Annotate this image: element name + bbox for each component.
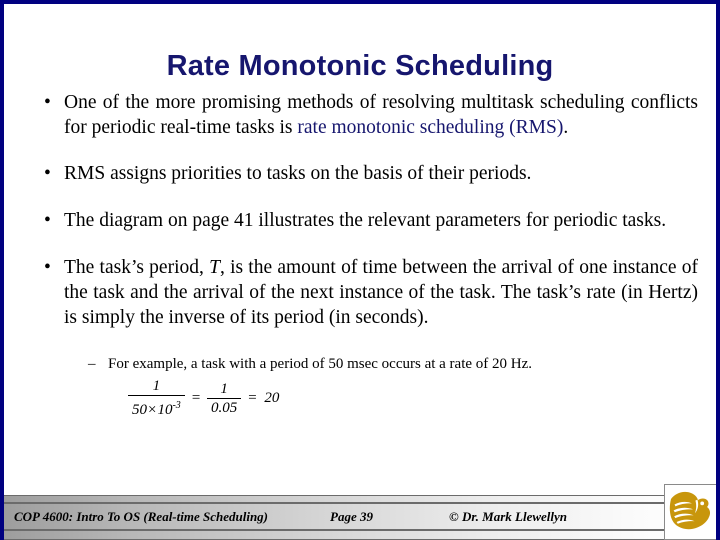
fraction-denominator: 50×10-3 [128, 395, 185, 419]
bullet-text: The task’s period, T, is the amount of t… [64, 255, 698, 330]
slide-body: • One of the more promising methods of r… [4, 82, 716, 492]
bullet-marker-icon: • [44, 92, 51, 113]
multiply-icon: × [148, 402, 157, 418]
fraction-numerator: 1 [220, 380, 228, 397]
bullet-item: • One of the more promising methods of r… [4, 90, 716, 140]
bullet-marker-icon: • [44, 163, 51, 184]
denominator-exponent: -3 [172, 400, 181, 411]
bullet-text-accent: rate monotonic scheduling (RMS) [297, 117, 564, 138]
fraction-denominator: 0.05 [206, 397, 242, 417]
bullet-text-tail: . [563, 117, 569, 138]
sub-bullet-item: – For example, a task with a period of 5… [4, 355, 716, 374]
bullet-text: RMS assigns priorities to tasks on the b… [64, 163, 532, 184]
bullet-item: • RMS assigns priorities to tasks on the… [4, 161, 716, 186]
bullet-text-variable: T [209, 257, 220, 278]
footer-author-label: © Dr. Mark Llewellyn [448, 508, 568, 524]
slide: Rate Monotonic Scheduling • One of the m… [0, 0, 720, 540]
footer: COP 4600: Intro To OS (Real-time Schedul… [4, 484, 716, 540]
sub-bullet-marker-icon: – [88, 356, 96, 372]
bullet-text: One of the more promising methods of res… [64, 90, 698, 140]
denominator-power-base: 10 [157, 402, 173, 418]
footer-course-label: COP 4600: Intro To OS (Real-time Schedul… [14, 508, 269, 524]
page-title: Rate Monotonic Scheduling [166, 50, 554, 83]
bullet-item: • The diagram on page 41 illustrates the… [4, 208, 716, 233]
bullet-text-part1: The task’s period, [64, 257, 210, 278]
bullet-item: • The task’s period, T, is the amount of… [4, 255, 716, 330]
fraction-numerator: 1 [152, 378, 161, 394]
footer-text: COP 4600: Intro To OS (Real-time Schedul… [4, 503, 664, 530]
bullet-text: The diagram on page 41 illustrates the r… [64, 210, 667, 231]
equation: 1 50×10-3 = 1 0.05 = 20 [126, 378, 279, 419]
equals-sign-first: = [190, 390, 201, 406]
equation-result: 20 [264, 390, 280, 406]
bullet-marker-icon: • [44, 210, 51, 231]
equation-fraction-second: 1 0.05 [206, 380, 242, 417]
equals-sign-second: = [247, 390, 258, 406]
sub-bullet-text: For example, a task with a period of 50 … [108, 356, 533, 372]
equation-fraction-first: 1 50×10-3 [128, 378, 185, 419]
denominator-base: 50 [132, 402, 147, 418]
footer-bar-bottom [4, 530, 716, 540]
footer-bar-top [4, 495, 716, 503]
bullet-marker-icon: • [44, 257, 51, 278]
footer-page-number: Page 39 [330, 508, 373, 524]
ucf-pegasus-logo [664, 484, 716, 540]
